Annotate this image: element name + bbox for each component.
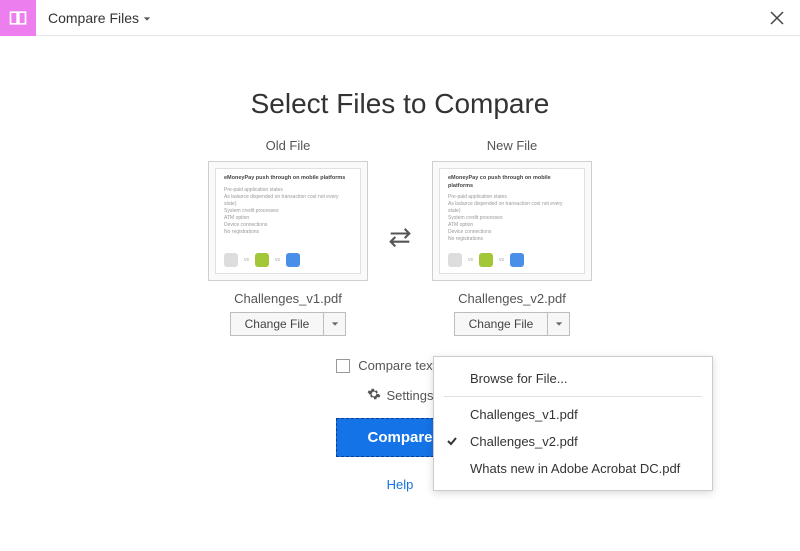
new-file-change-dropdown[interactable]: [548, 312, 570, 336]
check-icon: [446, 435, 458, 447]
swap-files-button[interactable]: [386, 223, 414, 251]
app-icon: [0, 0, 36, 36]
window-title[interactable]: Compare Files: [36, 10, 151, 26]
new-file-name: Challenges_v2.pdf: [458, 291, 566, 306]
old-file-label: Old File: [266, 138, 311, 153]
new-file-change-button[interactable]: Change File: [454, 312, 571, 336]
window-title-text: Compare Files: [48, 10, 139, 26]
close-button[interactable]: [754, 0, 800, 35]
dropdown-item-2-label: Whats new in Adobe Acrobat DC.pdf: [470, 461, 680, 476]
files-row: Old File eMoneyPay push through on mobil…: [208, 138, 592, 336]
new-file-preview[interactable]: eMoneyPay co push through on mobile plat…: [432, 161, 592, 281]
dropdown-separator: [444, 396, 702, 397]
old-file-column: Old File eMoneyPay push through on mobil…: [208, 138, 368, 336]
dropdown-item-0-label: Challenges_v1.pdf: [470, 407, 578, 422]
change-file-dropdown-menu: Browse for File... Challenges_v1.pdf Cha…: [433, 356, 713, 491]
gear-icon: [367, 387, 381, 404]
dropdown-item-1[interactable]: Challenges_v2.pdf: [434, 428, 712, 455]
dropdown-item-2[interactable]: Whats new in Adobe Acrobat DC.pdf: [434, 455, 712, 482]
dropdown-browse[interactable]: Browse for File...: [434, 365, 712, 392]
old-file-change-button[interactable]: Change File: [230, 312, 347, 336]
dropdown-item-1-label: Challenges_v2.pdf: [470, 434, 578, 449]
settings-button[interactable]: Settings: [367, 387, 434, 404]
compare-text-only-checkbox[interactable]: [336, 359, 350, 373]
old-file-change-main[interactable]: Change File: [230, 312, 325, 336]
old-file-name: Challenges_v1.pdf: [234, 291, 342, 306]
old-file-preview[interactable]: eMoneyPay push through on mobile platfor…: [208, 161, 368, 281]
title-caret-icon: [143, 10, 151, 26]
help-link[interactable]: Help: [387, 477, 414, 492]
new-file-label: New File: [487, 138, 538, 153]
old-file-change-dropdown[interactable]: [324, 312, 346, 336]
page-heading: Select Files to Compare: [251, 88, 550, 120]
dropdown-item-0[interactable]: Challenges_v1.pdf: [434, 401, 712, 428]
titlebar: Compare Files: [0, 0, 800, 36]
new-file-change-main[interactable]: Change File: [454, 312, 549, 336]
new-file-column: New File eMoneyPay co push through on mo…: [432, 138, 592, 336]
settings-label: Settings: [387, 388, 434, 403]
